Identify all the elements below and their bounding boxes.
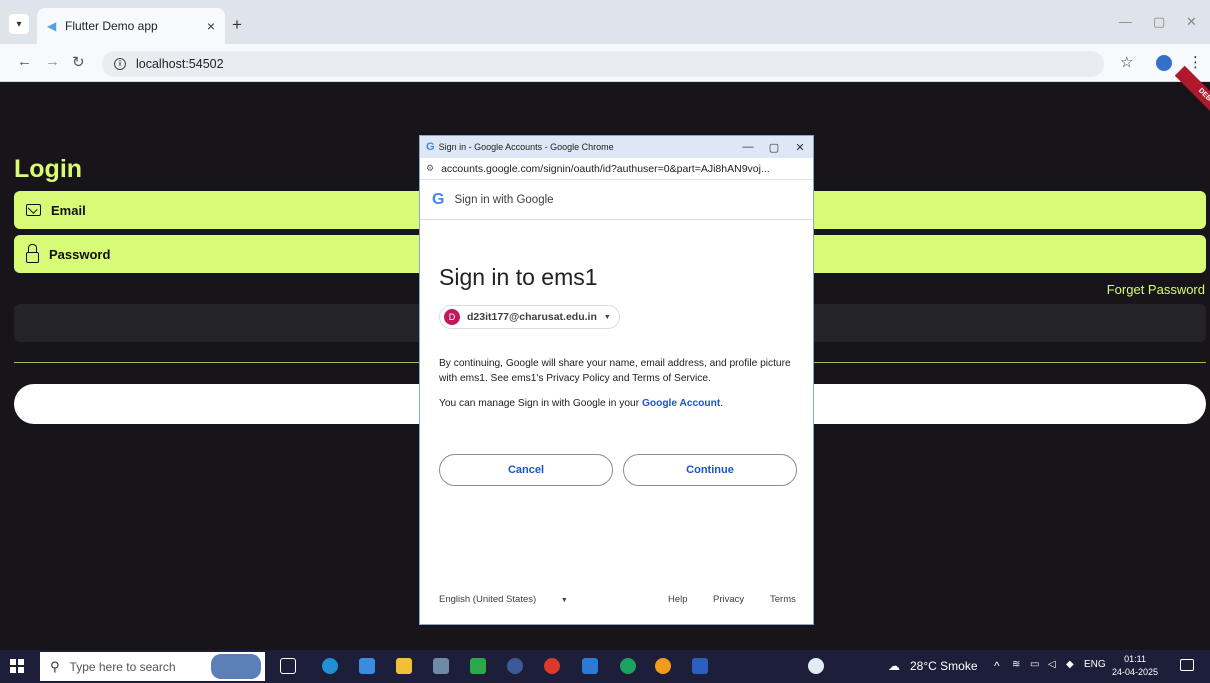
edge-icon[interactable] bbox=[322, 658, 338, 674]
new-tab-icon[interactable]: + bbox=[232, 15, 242, 35]
bookmark-star-icon[interactable]: ☆ bbox=[1120, 53, 1133, 71]
weather-text[interactable]: 28°C Smoke bbox=[910, 659, 978, 673]
google-g-icon: G bbox=[426, 141, 435, 153]
popup-header: G Sign in with Google bbox=[420, 180, 813, 220]
close-window-icon[interactable]: ✕ bbox=[1186, 14, 1197, 30]
calculator-icon[interactable] bbox=[433, 658, 449, 674]
chrome-alt-icon[interactable] bbox=[544, 658, 560, 674]
network-icon[interactable]: ≋ bbox=[1012, 659, 1020, 670]
privacy-link[interactable]: Privacy bbox=[713, 594, 744, 605]
popup-url-bar: ⚙ accounts.google.com/signin/oauth/id?au… bbox=[420, 158, 813, 180]
language-select[interactable]: English (United States) ▼ bbox=[439, 594, 568, 605]
mail-app-icon[interactable] bbox=[359, 658, 375, 674]
tab-title: Flutter Demo app bbox=[65, 19, 158, 33]
popup-minimize-icon[interactable]: — bbox=[735, 141, 761, 153]
url-text: localhost:54502 bbox=[136, 57, 224, 71]
tray-chevron-up-icon[interactable]: ^ bbox=[994, 659, 1000, 673]
word-icon[interactable] bbox=[692, 658, 708, 674]
search-placeholder: Type here to search bbox=[69, 659, 176, 674]
site-settings-icon[interactable]: ⚙ bbox=[426, 163, 434, 174]
task-view-icon[interactable] bbox=[280, 658, 296, 674]
tab-flutter-demo[interactable]: ◀ Flutter Demo app × bbox=[37, 8, 225, 44]
chrome-icon[interactable] bbox=[620, 658, 636, 674]
google-logo-icon: G bbox=[432, 190, 445, 208]
terms-link[interactable]: Terms bbox=[770, 594, 796, 605]
notification-icon[interactable] bbox=[1180, 659, 1194, 671]
avatar: D bbox=[444, 309, 460, 325]
flutter-icon: ◀ bbox=[47, 19, 57, 33]
chrome-profile-icon[interactable] bbox=[507, 658, 523, 674]
menu-kebab-icon[interactable]: ⋮ bbox=[1188, 53, 1203, 71]
forget-password-link[interactable]: Forget Password bbox=[1107, 282, 1205, 297]
tab-search-chevron-icon[interactable]: ▾ bbox=[9, 14, 29, 34]
browser-tab-bar: ▾ ◀ Flutter Demo app × + — ▢ ✕ bbox=[0, 0, 1210, 44]
manage-text-body: You can manage Sign in with Google in yo… bbox=[439, 398, 640, 409]
vpn-icon[interactable]: ◆ bbox=[1066, 659, 1074, 670]
language-label: English (United States) bbox=[439, 594, 537, 605]
signin-heading: Sign in to ems1 bbox=[439, 264, 598, 290]
taskbar-search-input[interactable]: ⚲ Type here to search bbox=[40, 652, 265, 681]
back-icon[interactable]: ← bbox=[17, 53, 32, 70]
restore-icon[interactable]: ▢ bbox=[1153, 14, 1165, 30]
popup-maximize-icon[interactable]: ▢ bbox=[761, 141, 787, 154]
vscode-icon[interactable] bbox=[582, 658, 598, 674]
help-app-icon[interactable] bbox=[808, 658, 824, 674]
popup-title-bar: G Sign in - Google Accounts - Google Chr… bbox=[420, 136, 813, 158]
site-info-icon[interactable]: i bbox=[114, 58, 126, 70]
tab-close-icon[interactable]: × bbox=[207, 18, 215, 34]
popup-header-text: Sign in with Google bbox=[454, 193, 554, 206]
cancel-button[interactable]: Cancel bbox=[439, 454, 613, 486]
manage-text: You can manage Sign in with Google in yo… bbox=[439, 398, 724, 409]
browser-toolbar: ← → ↻ i localhost:54502 ☆ ⋮ bbox=[0, 44, 1210, 82]
chevron-down-icon: ▼ bbox=[603, 313, 611, 321]
caret-down-icon: ▼ bbox=[560, 597, 568, 604]
address-bar[interactable]: i localhost:54502 bbox=[102, 51, 1104, 77]
taskbar: ⚲ Type here to search ☁ 28°C Smoke ^ ≋ ▭… bbox=[0, 650, 1210, 683]
chrome-active-icon[interactable] bbox=[655, 658, 671, 674]
popup-url-text: accounts.google.com/signin/oauth/id?auth… bbox=[441, 162, 770, 175]
volume-icon[interactable]: ◁ bbox=[1048, 659, 1056, 670]
clock-date: 24-04-2025 bbox=[1112, 667, 1159, 677]
system-clock[interactable]: 01:11 24-04-2025 bbox=[1112, 653, 1158, 679]
windows-start-icon[interactable] bbox=[10, 659, 24, 673]
weather-icon[interactable]: ☁ bbox=[888, 659, 900, 673]
reload-icon[interactable]: ↻ bbox=[72, 53, 85, 71]
password-label: Password bbox=[49, 246, 111, 262]
search-icon: ⚲ bbox=[50, 658, 60, 674]
spreadsheet-app-icon[interactable] bbox=[470, 658, 486, 674]
account-chooser[interactable]: D d23it177@charusat.edu.in ▼ bbox=[439, 305, 620, 329]
minimize-icon[interactable]: — bbox=[1119, 14, 1132, 29]
help-link[interactable]: Help bbox=[668, 594, 688, 605]
search-highlight-icon bbox=[211, 654, 261, 679]
clock-time: 01:11 bbox=[1124, 654, 1146, 664]
mail-icon bbox=[26, 204, 41, 216]
page-title: Login bbox=[14, 155, 83, 183]
popup-close-icon[interactable]: ✕ bbox=[787, 141, 813, 154]
consent-text: By continuing, Google will share your na… bbox=[439, 358, 791, 384]
continue-button[interactable]: Continue bbox=[623, 454, 797, 486]
file-explorer-icon[interactable] bbox=[396, 658, 412, 674]
account-email: d23it177@charusat.edu.in bbox=[467, 311, 597, 323]
profile-avatar-icon[interactable] bbox=[1156, 55, 1172, 71]
lock-icon bbox=[26, 243, 39, 263]
email-label: Email bbox=[51, 202, 86, 218]
forward-icon[interactable]: → bbox=[45, 53, 60, 70]
google-signin-popup: G Sign in - Google Accounts - Google Chr… bbox=[419, 135, 814, 625]
google-account-link[interactable]: Google Account bbox=[642, 398, 720, 409]
battery-icon[interactable]: ▭ bbox=[1030, 659, 1039, 670]
input-language[interactable]: ENG bbox=[1084, 659, 1106, 670]
popup-window-title: Sign in - Google Accounts - Google Chrom… bbox=[438, 142, 614, 152]
